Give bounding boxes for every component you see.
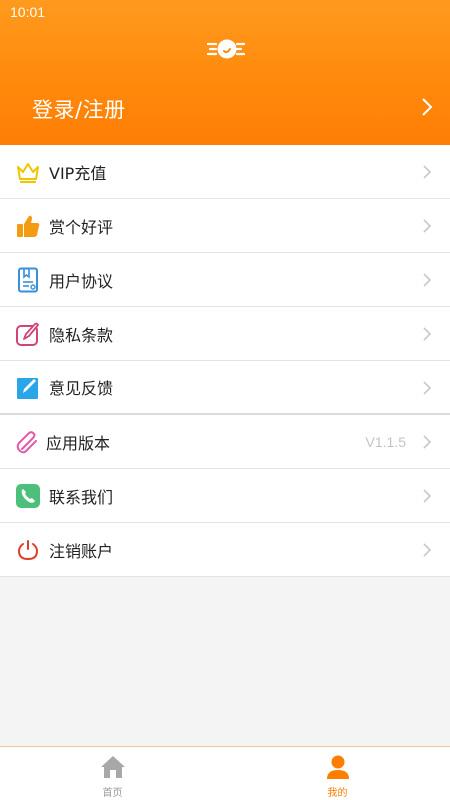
menu-item-contact[interactable]: 联系我们 [0,469,450,523]
menu-item-label: VIP充值 [49,163,107,183]
chevron-right-icon [423,435,432,449]
chevron-right-icon [423,489,432,503]
menu-item-label: 联系我们 [49,487,114,507]
settings-menu: VIP充值 赏个好评 用户协议 隐私条款 意见反馈 应用版本 V1.1.5 联系… [0,145,450,577]
crown-icon [14,158,42,186]
paperclip-icon [14,428,42,456]
chevron-right-icon[interactable] [420,97,434,117]
chevron-right-icon [423,543,432,557]
chevron-right-icon [423,327,432,341]
chevron-right-icon [423,381,432,395]
tab-label: 我的 [327,788,348,799]
menu-item-label: 注销账户 [49,541,114,561]
app-version-value: V1.1.5 [365,433,406,450]
menu-item-label: 应用版本 [46,433,111,453]
status-time: 10:01 [10,4,46,20]
feedback-pen-icon [14,374,42,402]
phone-icon [14,482,42,510]
edit-pen-icon [14,320,42,348]
tab-home[interactable]: 首页 [0,747,225,800]
menu-item-vip[interactable]: VIP充值 [0,145,450,199]
home-icon [100,756,125,778]
login-register-link[interactable]: 登录/注册 [32,94,126,124]
menu-item-app-version[interactable]: 应用版本 V1.1.5 [0,415,450,469]
person-icon [326,755,349,779]
tab-mine[interactable]: 我的 [225,747,450,800]
menu-item-user-agreement[interactable]: 用户协议 [0,253,450,307]
menu-item-rate[interactable]: 赏个好评 [0,199,450,253]
menu-item-privacy[interactable]: 隐私条款 [0,307,450,361]
motion-logo-icon [207,39,245,59]
menu-item-delete-account[interactable]: 注销账户 [0,523,450,577]
menu-item-label: 隐私条款 [49,325,114,345]
chevron-right-icon [423,165,432,179]
document-icon [14,266,42,294]
bottom-tab-bar: 首页 我的 [0,746,450,800]
menu-item-feedback[interactable]: 意见反馈 [0,361,450,415]
profile-header: 10:01 登录/注册 [0,0,450,145]
menu-item-label: 用户协议 [49,271,114,291]
menu-item-label: 赏个好评 [49,217,114,237]
chevron-right-icon [423,273,432,287]
chevron-right-icon [423,219,432,233]
tab-label: 首页 [102,788,123,799]
power-icon [14,536,42,564]
menu-item-label: 意见反馈 [49,379,114,398]
thumbs-up-icon [14,212,42,240]
